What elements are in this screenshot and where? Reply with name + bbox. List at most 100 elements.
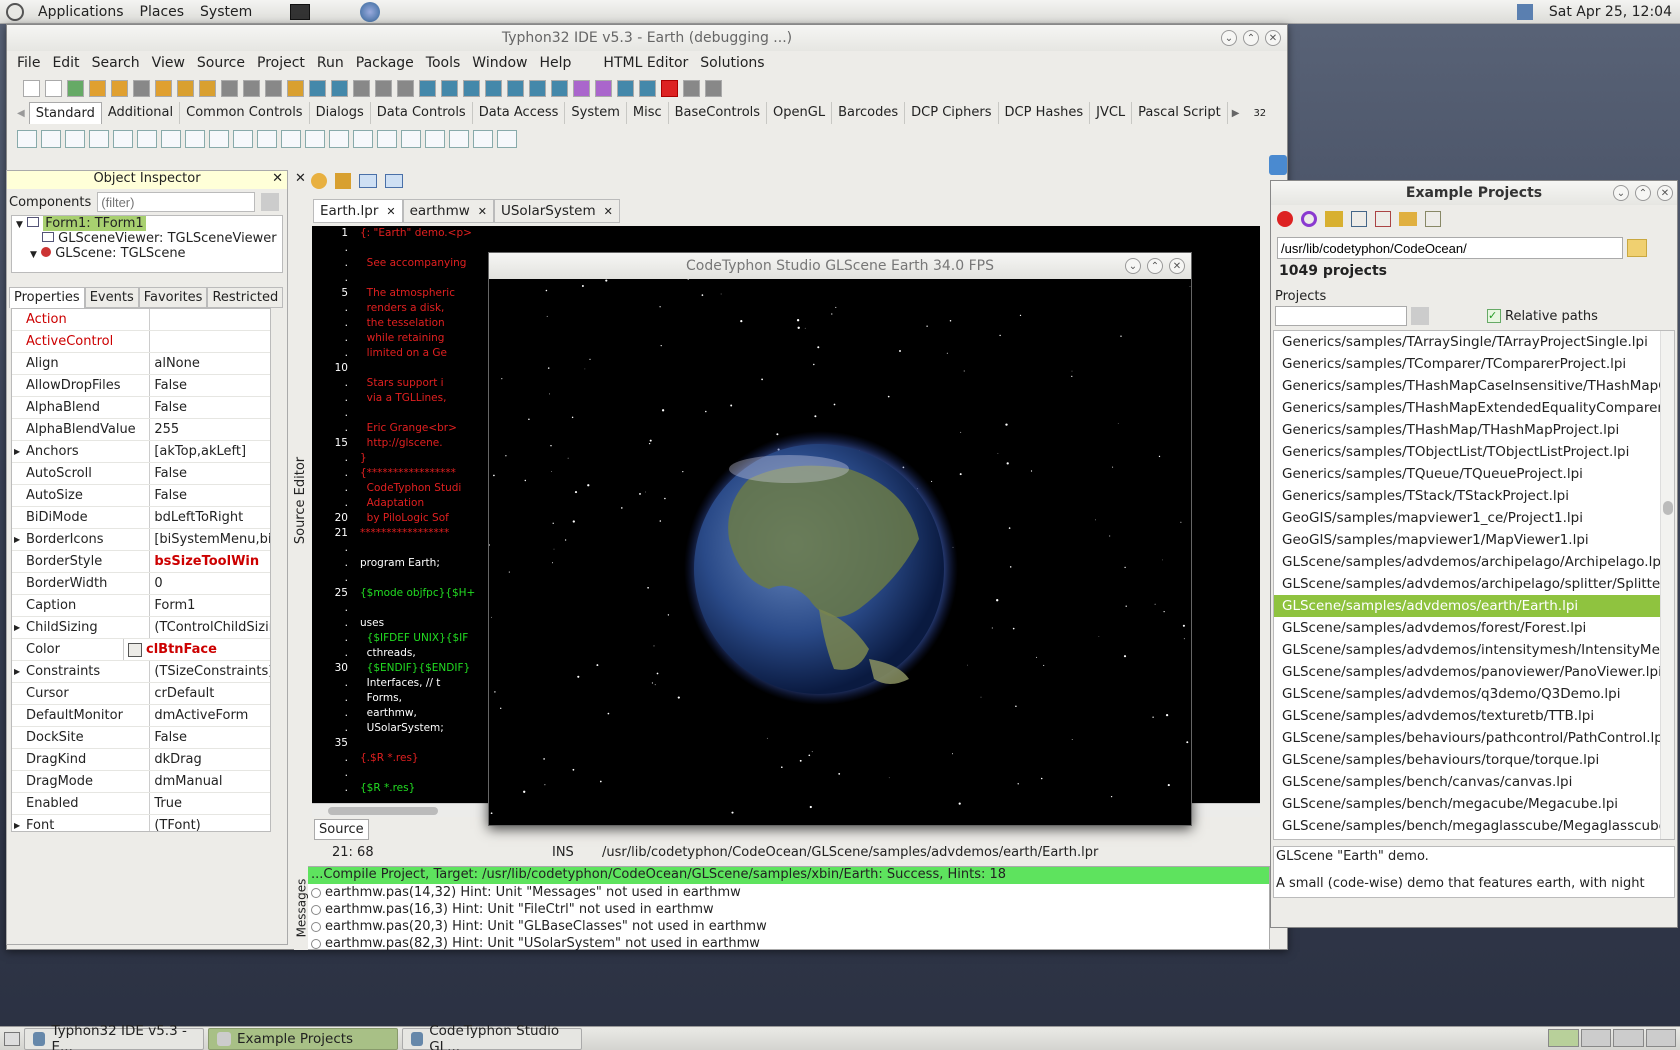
palette-tab-data-controls[interactable]: Data Controls [371,102,473,124]
toolbar-tool-6-icon[interactable] [155,79,172,97]
palette-component-2-icon[interactable] [65,130,85,148]
project-item[interactable]: GeoGIS/samples/mapviewer1_ce/Project1.lp… [1274,507,1674,529]
workspace-switcher[interactable] [1548,1029,1676,1047]
palette-component-15-icon[interactable] [377,130,397,148]
palette-scroll-left-icon[interactable]: ◀ [17,108,25,119]
project-item[interactable]: GLScene/samples/bench/megaglasscube/Mega… [1274,815,1674,837]
property-value[interactable]: Form1 [150,595,270,616]
tree-node-sceneviewer[interactable]: GLSceneViewer: TGLSceneViewer [12,231,282,246]
toolbar-tool-15-icon[interactable] [353,79,370,97]
property-row[interactable]: AutoSize False [12,485,270,507]
project-item[interactable]: GLScene/samples/advdemos/panoviewer/Pano… [1274,661,1674,683]
system-menu[interactable]: System [192,4,260,20]
ex-maximize-button[interactable]: ⌃ [1635,185,1651,201]
palette-tab-dialogs[interactable]: Dialogs [310,102,371,124]
taskbar-button-2[interactable]: CodeTyphon Studio GL... [402,1023,582,1050]
toolbar-tool-28-icon[interactable] [639,79,656,97]
examples-path-input[interactable] [1277,237,1623,259]
ex-close-button[interactable]: ✕ [1657,185,1673,201]
toolbar-tool-0-icon[interactable] [23,79,40,97]
palette-component-0-icon[interactable] [17,130,37,148]
project-item[interactable]: Generics/samples/TArraySingle/TArrayProj… [1274,331,1674,353]
property-row[interactable]: Align alNone [12,353,270,375]
property-value[interactable]: False [150,463,270,484]
property-value[interactable]: crDefault [150,683,270,704]
toolbar-tool-24-icon[interactable] [551,79,568,97]
property-value[interactable]: dmActiveForm [150,705,270,726]
property-value[interactable]: dmManual [150,771,270,792]
message-line[interactable]: earthmw.pas(16,3) Hint: Unit "FileCtrl" … [295,901,1269,918]
property-value[interactable]: (TSizeConstraints) [150,661,270,682]
palette-tab-barcodes[interactable]: Barcodes [832,102,906,124]
property-value[interactable] [150,309,270,330]
palette-download-icon[interactable] [1269,155,1287,175]
property-row[interactable]: ▶ Constraints (TSizeConstraints) [12,661,270,683]
project-item[interactable]: Generics/samples/TStack/TStackProject.lp… [1274,485,1674,507]
palette-component-1-icon[interactable] [41,130,61,148]
project-item[interactable]: Generics/samples/TComparer/TComparerProj… [1274,353,1674,375]
property-row[interactable]: ▶ BorderIcons [biSystemMenu,biM [12,529,270,551]
filter-icon[interactable] [261,193,280,211]
compile-success-line[interactable]: ...Compile Project, Target: /usr/lib/cod… [295,867,1269,884]
projects-filter-icon[interactable] [1411,307,1429,325]
palette-tab-pascal-script[interactable]: Pascal Script [1132,102,1228,124]
menu-run[interactable]: Run [311,55,350,71]
palette-tab-opengl[interactable]: OpenGL [767,102,833,124]
property-value[interactable]: bsSizeToolWin [150,551,270,572]
toolbar-tool-13-icon[interactable] [309,79,326,97]
palette-component-5-icon[interactable] [137,130,157,148]
clock[interactable]: Sat Apr 25, 12:04 [1541,4,1680,20]
toolbar-tool-31-icon[interactable] [705,79,722,97]
property-row[interactable]: AlphaBlend False [12,397,270,419]
toolbar-tool-30-icon[interactable] [683,79,700,97]
palette-tab-misc[interactable]: Misc [627,102,669,124]
minimize-button[interactable]: ⌄ [1221,30,1237,46]
ide-titlebar[interactable]: Typhon32 IDE v5.3 - Earth (debugging ...… [7,25,1287,51]
palette-tab-standard[interactable]: Standard [28,102,102,124]
palette-component-3-icon[interactable] [89,130,109,148]
palette-tab-dcp-hashes[interactable]: DCP Hashes [999,102,1091,124]
maximize-button[interactable]: ⌃ [1243,30,1259,46]
toggle-form-icon[interactable] [335,173,351,189]
menu-search[interactable]: Search [86,55,146,71]
menu-html-editor[interactable]: HTML Editor [597,55,694,71]
palette-component-16-icon[interactable] [401,130,421,148]
project-item[interactable]: GLScene/samples/advdemos/intensitymesh/I… [1274,639,1674,661]
earth-scene[interactable] [489,279,1191,825]
property-value[interactable]: clBtnFace [146,642,270,657]
examples-titlebar[interactable]: Example Projects ⌄ ⌃ ✕ [1271,181,1677,205]
property-row[interactable]: Enabled True [12,793,270,815]
tree-node-form1[interactable]: ▼ Form1: TForm1 [12,216,282,231]
project-item[interactable]: Generics/samples/THashMap/THashMapProjec… [1274,419,1674,441]
palette-tab-data-access[interactable]: Data Access [473,102,566,124]
property-value[interactable]: False [150,727,270,748]
palette-component-6-icon[interactable] [161,130,181,148]
palette-component-19-icon[interactable] [473,130,493,148]
property-row[interactable]: DefaultMonitor dmActiveForm [12,705,270,727]
property-row[interactable]: BorderStyle bsSizeToolWin [12,551,270,573]
property-row[interactable]: DragKind dkDrag [12,749,270,771]
menu-help[interactable]: Help [534,55,578,71]
remove-icon[interactable] [1375,211,1391,227]
inspector-tab-properties[interactable]: Properties [9,287,85,308]
project-item[interactable]: Generics/samples/THashMapCaseInsensitive… [1274,375,1674,397]
scroll-thumb[interactable] [1663,501,1673,515]
inspector-tab-events[interactable]: Events [84,287,139,308]
glscene-earth-window[interactable]: CodeTyphon Studio GLScene Earth 34.0 FPS… [488,252,1192,826]
toolbar-tool-21-icon[interactable] [485,79,502,97]
ex-minimize-button[interactable]: ⌄ [1613,185,1629,201]
toolbar-tool-14-icon[interactable] [331,79,348,97]
toolbar-tool-27-icon[interactable] [617,79,634,97]
property-row[interactable]: BiDiMode bdLeftToRight [12,507,270,529]
toolbar-tool-17-icon[interactable] [397,79,414,97]
project-list-scrollbar[interactable] [1660,331,1674,839]
toolbar-tool-16-icon[interactable] [375,79,392,97]
property-row[interactable]: ▶ Font (TFont) [12,815,270,831]
network-icon[interactable] [1516,3,1533,20]
toolbar-tool-1-icon[interactable] [45,79,62,97]
inspector-tab-restricted[interactable]: Restricted [207,287,284,308]
property-row[interactable]: AutoScroll False [12,463,270,485]
property-value[interactable] [150,331,270,352]
toolbar-tool-19-icon[interactable] [441,79,458,97]
property-value[interactable]: (TControlChildSizin [150,617,270,638]
